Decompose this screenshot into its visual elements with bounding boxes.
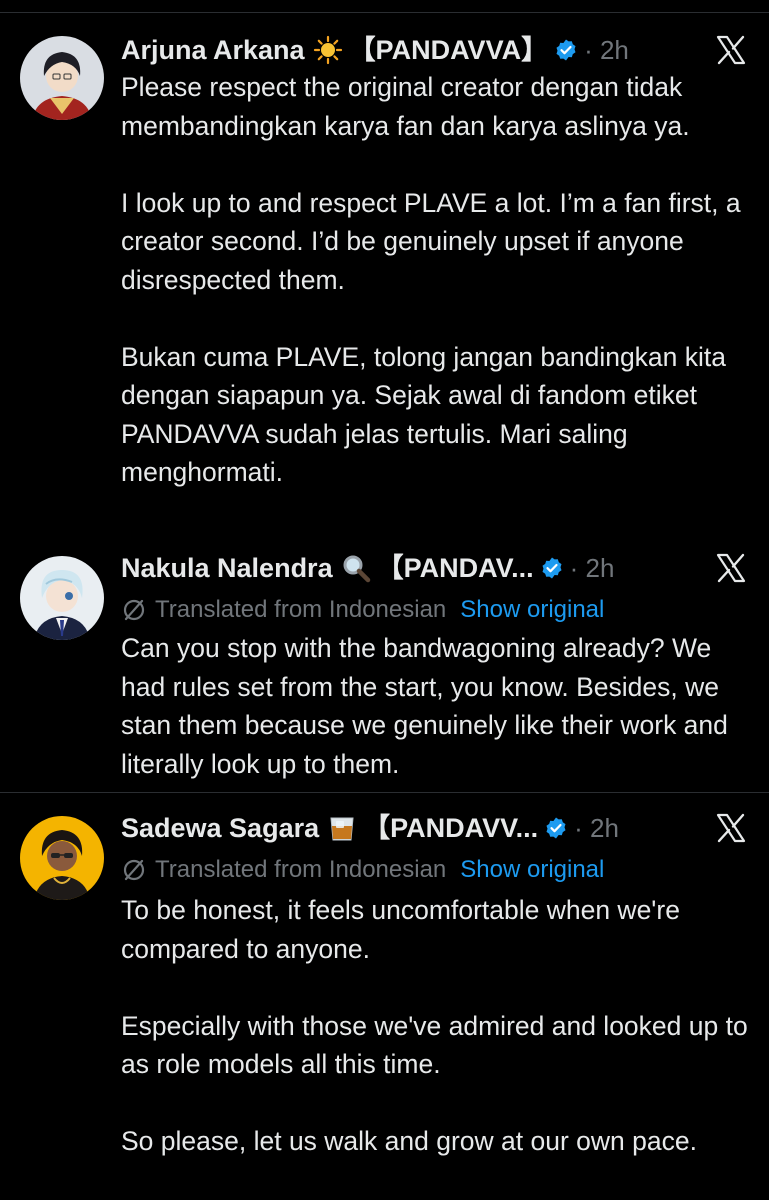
x-logo-icon[interactable]: [713, 32, 749, 68]
avatar[interactable]: [20, 816, 104, 900]
post-paragraph: Please respect the original creator deng…: [121, 72, 690, 141]
timestamp: · 2h: [569, 553, 615, 583]
post-nakula[interactable]: Nakula Nalendra 【PANDAV... · 2h Translat…: [0, 548, 769, 788]
show-original-link[interactable]: Show original: [460, 856, 604, 884]
paragraph-spacer: [121, 145, 761, 184]
translation-row: Translated from Indonesian Show original: [121, 590, 604, 630]
author-tag: 【PANDAV...: [376, 553, 534, 583]
translated-label: Translated from Indonesian: [155, 596, 447, 623]
paragraph-spacer: [121, 299, 761, 338]
post-header: Sadewa Sagara 【PANDAVV... · 2h: [121, 808, 619, 848]
post-sadewa[interactable]: Sadewa Sagara 【PANDAVV... · 2h Translate…: [0, 808, 769, 1200]
author-tag: 【PANDAVV...: [363, 813, 539, 843]
post-arjuna[interactable]: Arjuna Arkana 【PANDAVVA】 · 2h Please res…: [0, 30, 769, 520]
translate-icon: [121, 597, 147, 623]
author-name[interactable]: Nakula Nalendra: [121, 548, 333, 588]
timestamp: · 2h: [574, 813, 619, 843]
author-tag: 【PANDAVVA】: [348, 35, 549, 65]
translation-row: Translated from Indonesian Show original: [121, 850, 604, 890]
x-logo-icon[interactable]: [713, 810, 749, 846]
show-original-link[interactable]: Show original: [460, 596, 604, 624]
post-paragraph: Bukan cuma PLAVE, tolong jangan bandingk…: [121, 341, 727, 488]
post-paragraph: Especially with those we've admired and …: [121, 1010, 748, 1080]
whisky-glass-emoji-icon: [327, 813, 357, 843]
magnifying-glass-emoji-icon: [341, 553, 371, 583]
author-name[interactable]: Arjuna Arkana: [121, 30, 305, 70]
author-name[interactable]: Sadewa Sagara: [121, 808, 319, 848]
post-divider: [0, 792, 769, 793]
post-header: Nakula Nalendra 【PANDAV... · 2h: [121, 548, 614, 588]
translate-icon: [121, 857, 147, 883]
timestamp: · 2h: [584, 35, 629, 65]
sun-emoji-icon: [313, 35, 343, 65]
post-paragraph: To be honest, it feels uncomfortable whe…: [121, 895, 680, 964]
verified-badge-icon: [544, 816, 568, 840]
avatar[interactable]: [20, 36, 104, 120]
paragraph-spacer: [121, 1084, 761, 1123]
top-divider: [0, 12, 769, 13]
post-paragraph: So please, let us walk and grow at our o…: [121, 1126, 697, 1156]
avatar[interactable]: [20, 556, 104, 640]
post-body: To be honest, it feels uncomfortable whe…: [121, 891, 761, 1161]
paragraph-spacer: [121, 968, 761, 1007]
x-logo-icon[interactable]: [713, 550, 749, 586]
post-paragraph: Can you stop with the bandwagoning alrea…: [121, 633, 728, 779]
verified-badge-icon: [554, 38, 578, 62]
post-header: Arjuna Arkana 【PANDAVVA】 · 2h: [121, 30, 629, 70]
post-body: Can you stop with the bandwagoning alrea…: [121, 629, 761, 783]
translated-label: Translated from Indonesian: [155, 856, 447, 883]
post-paragraph: I look up to and respect PLAVE a lot. I’…: [121, 187, 741, 295]
post-body: Please respect the original creator deng…: [121, 68, 761, 492]
verified-badge-icon: [540, 556, 564, 580]
